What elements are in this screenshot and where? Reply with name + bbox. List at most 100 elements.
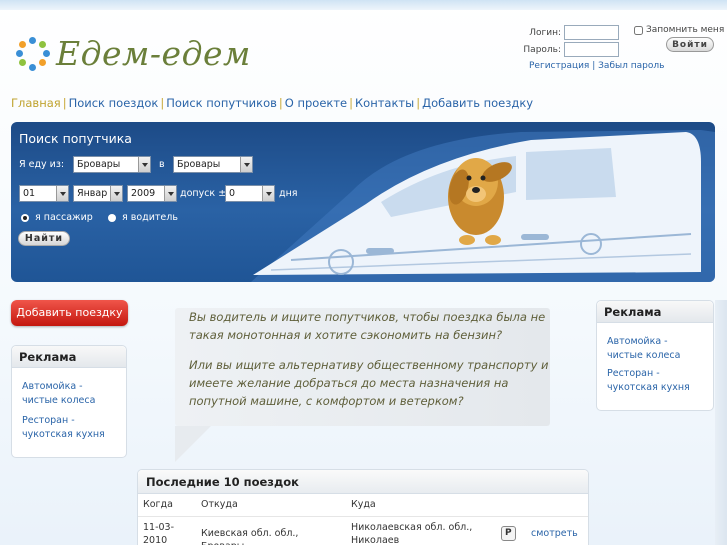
ad-line: чистые колеса [607, 350, 681, 361]
radio-empty-icon [108, 213, 116, 222]
day-value: 01 [23, 188, 36, 199]
trip-when-line: 2010 [143, 534, 168, 545]
nav-contacts[interactable]: Контакты [355, 96, 414, 110]
to-city-select[interactable]: Бровары [173, 156, 253, 173]
link-separator: | [592, 61, 596, 71]
nav-add-trip[interactable]: Добавить поездку [422, 96, 533, 110]
search-banner: Поиск попутчика Я еду из: Бровары в Бров… [11, 122, 715, 282]
ad-link-restaurant[interactable]: Ресторан - чукотская кухня [607, 367, 713, 395]
search-title: Поиск попутчика [19, 131, 132, 146]
right-ads-title: Реклама [597, 301, 713, 323]
ad-line: чукотская кухня [22, 429, 105, 440]
register-link[interactable]: Регистрация [529, 61, 589, 71]
view-trip-link[interactable]: смотреть [531, 528, 578, 539]
left-ads-title: Реклама [12, 346, 126, 368]
latest-trips-panel: Последние 10 поездок Когда Откуда Куда 1… [137, 469, 589, 545]
ad-line: Ресторан - [22, 415, 75, 426]
nav-search-trips[interactable]: Поиск поездок [69, 96, 159, 110]
ad-line: Ресторан - [607, 368, 660, 379]
nav-home[interactable]: Главная [11, 96, 61, 110]
trip-when-line: 11-03- [143, 521, 175, 533]
trip-type-badge: P [501, 525, 516, 541]
nav-separator: | [62, 96, 67, 110]
forgot-password-link[interactable]: Забыл пароль [598, 61, 664, 71]
logo-dots-icon [16, 37, 50, 71]
ad-line: Автомойка - [22, 381, 83, 392]
trip-to: Николаевская обл. обл., Николаев [346, 516, 496, 545]
role-passenger-label: я пассажир [35, 212, 93, 223]
chevron-down-icon [138, 157, 150, 172]
login-label: Логин: [529, 27, 561, 38]
top-strip [0, 0, 727, 10]
role-passenger-radio[interactable]: я пассажир [21, 212, 93, 223]
tolerance-label: допуск ± [180, 188, 227, 199]
tolerance-value: 0 [229, 188, 236, 199]
to-label: в [159, 159, 165, 170]
from-city-value: Бровары [77, 159, 121, 170]
role-driver-label: я водитель [122, 212, 178, 223]
to-city-value: Бровары [177, 159, 221, 170]
remember-me[interactable]: Запомнить меня [634, 25, 724, 35]
column-header-to: Куда [346, 494, 496, 517]
login-row: Логин: [500, 25, 619, 40]
column-header-when: Когда [138, 494, 196, 517]
ad-link-carwash[interactable]: Автомойка - чистые колеса [22, 380, 126, 408]
days-label: дня [279, 188, 298, 199]
latest-trips-table: Когда Откуда Куда 11-03- 2010 Киевская об… [138, 494, 588, 545]
day-select[interactable]: 01 [19, 185, 69, 202]
main-nav: Главная | Поиск поездок | Поиск попутчиков | О… [11, 96, 533, 110]
login-input[interactable] [564, 25, 619, 40]
nav-separator: | [160, 96, 165, 110]
find-button[interactable]: Найти [18, 231, 70, 246]
tolerance-select[interactable]: 0 [225, 185, 275, 202]
logo-text: Едем-едем [56, 34, 251, 73]
column-header-from: Откуда [196, 494, 346, 517]
nav-separator: | [278, 96, 283, 110]
right-ads-box: Реклама Автомойка - чистые колеса Рестор… [596, 300, 714, 411]
table-row: 11-03-2010 Киевская обл. обл., Бровары Н… [138, 516, 588, 545]
going-from-label: Я еду из: [19, 159, 65, 170]
ad-line: чукотская кухня [607, 382, 690, 393]
chevron-down-icon [56, 186, 68, 201]
intro-paragraph-2: Или вы ищите альтернативу общественному … [189, 358, 549, 408]
nav-about[interactable]: О проекте [285, 96, 347, 110]
trip-when: 11-03- 2010 [138, 516, 196, 545]
intro-section: Вы водитель и ищите попутчиков, чтобы по… [148, 300, 590, 462]
remember-label: Запомнить меня [646, 25, 725, 35]
trip-from: Киевская обл. обл., Бровары [201, 527, 299, 545]
nav-search-companions[interactable]: Поиск попутчиков [166, 96, 277, 110]
latest-trips-title: Последние 10 поездок [138, 470, 588, 494]
from-city-select[interactable]: Бровары [73, 156, 151, 173]
password-input[interactable] [564, 42, 619, 57]
chevron-down-icon [110, 186, 122, 201]
login-button[interactable]: Войти [666, 37, 714, 52]
left-ads-box: Реклама Автомойка - чистые колеса Рестор… [11, 345, 127, 458]
password-label: Пароль: [523, 44, 561, 55]
chevron-down-icon [164, 186, 176, 201]
chevron-down-icon [240, 157, 252, 172]
ad-line: чистые колеса [22, 395, 96, 406]
right-edge-panel [715, 300, 727, 545]
nav-separator: | [349, 96, 353, 110]
account-links: Регистрация | Забыл пароль [529, 61, 664, 71]
remember-checkbox[interactable] [634, 25, 643, 35]
ad-link-carwash[interactable]: Автомойка - чистые колеса [607, 335, 713, 363]
site-logo[interactable]: Едем-едем [16, 36, 251, 72]
ad-line: Автомойка - [607, 336, 668, 347]
add-trip-button[interactable]: Добавить поездку [11, 300, 128, 326]
table-header-row: Когда Откуда Куда [138, 494, 588, 517]
intro-paragraph-1: Вы водитель и ищите попутчиков, чтобы по… [189, 310, 546, 342]
chevron-down-icon [262, 186, 274, 201]
nav-separator: | [416, 96, 421, 110]
month-select[interactable]: Январ [73, 185, 123, 202]
car-with-dog-illustration [251, 130, 715, 282]
radio-selected-icon [21, 213, 29, 222]
role-driver-radio[interactable]: я водитель [108, 212, 178, 223]
ad-link-restaurant[interactable]: Ресторан - чукотская кухня [22, 414, 126, 442]
year-value: 2009 [131, 188, 156, 199]
trip-to-line: Николаев [351, 534, 400, 545]
trip-action-cell: смотреть [526, 516, 588, 545]
trip-to-line: Николаевская обл. обл., [351, 521, 473, 533]
year-select[interactable]: 2009 [127, 185, 177, 202]
trip-tag-cell: P [496, 516, 526, 545]
